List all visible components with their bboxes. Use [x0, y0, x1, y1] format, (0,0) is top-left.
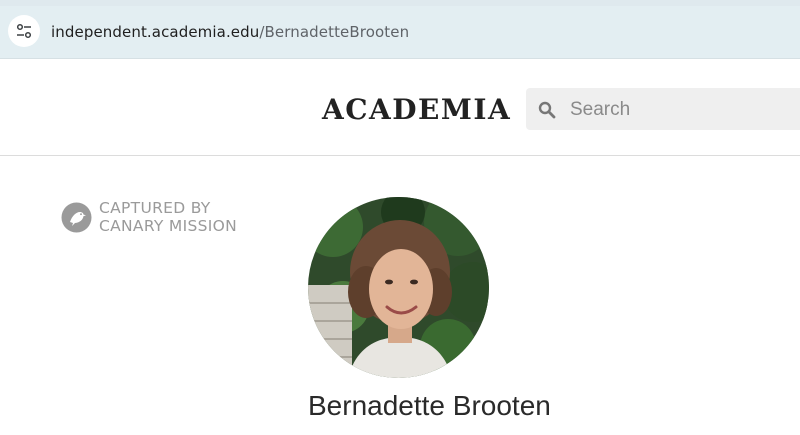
search-box[interactable]: [526, 88, 800, 130]
url-text[interactable]: independent.academia.edu/BernadetteBroot…: [51, 23, 409, 41]
watermark-line-2: CANARY MISSION: [99, 217, 237, 235]
url-host: independent.academia.edu: [51, 23, 260, 41]
search-input[interactable]: [568, 96, 792, 124]
search-icon: [538, 101, 556, 119]
canary-mission-logo: [61, 202, 92, 233]
url-path: /BernadetteBrooten: [259, 23, 410, 41]
watermark: CAPTURED BY CANARY MISSION: [61, 199, 237, 235]
profile-avatar[interactable]: [308, 197, 489, 378]
profile-name: Bernadette Brooten: [308, 390, 551, 421]
tune-icon: [16, 23, 32, 39]
address-bar[interactable]: independent.academia.edu/BernadetteBroot…: [0, 6, 800, 59]
academia-logo[interactable]: ACADEMIA: [322, 93, 511, 126]
site-info-button[interactable]: [8, 15, 40, 47]
site-header: ACADEMIA: [0, 59, 800, 156]
profile-photo: [308, 197, 489, 378]
watermark-line-1: CAPTURED BY: [99, 199, 211, 217]
